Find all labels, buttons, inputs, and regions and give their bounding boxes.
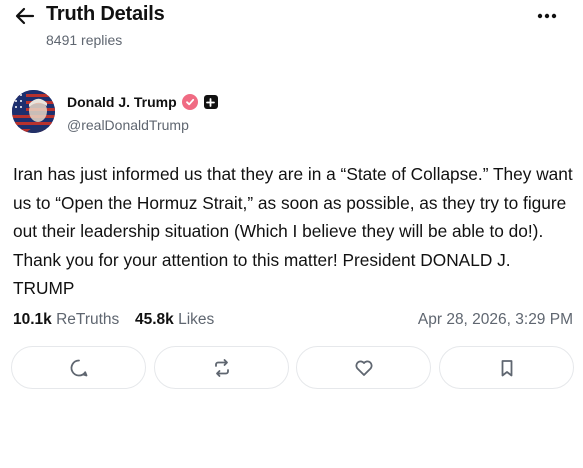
post-text: Iran has just informed us that they are … (13, 164, 573, 298)
action-bar (11, 346, 574, 389)
retruth-button[interactable] (154, 346, 289, 389)
avatar[interactable] (12, 90, 55, 133)
likes-stat[interactable]: 45.8k Likes (135, 311, 214, 329)
plus-badge-icon (203, 95, 218, 109)
retruth-icon (214, 358, 229, 377)
profile-picture (12, 90, 55, 133)
more-horizontal-icon (537, 13, 557, 19)
reply-icon (70, 359, 87, 376)
bookmark-button[interactable] (439, 346, 574, 389)
post-timestamp: Apr 28, 2026, 3:29 PM (417, 311, 573, 328)
likes-count: 45.8k (135, 311, 174, 328)
verified-badge-icon (181, 94, 198, 110)
like-icon (354, 360, 373, 376)
author-name[interactable]: Donald J. Trump (67, 94, 177, 110)
arrow-left-icon (15, 7, 35, 25)
replies-count: 8491 replies (46, 32, 123, 48)
likes-label: Likes (178, 311, 215, 328)
page-title: Truth Details (46, 3, 165, 25)
retruths-stat[interactable]: 10.1k ReTruths (13, 311, 119, 329)
author-handle[interactable]: @realDonaldTrump (67, 117, 189, 133)
retruths-label: ReTruths (56, 311, 120, 328)
author-block: Donald J. Trump @realDonaldTrump (12, 90, 572, 136)
more-options-button[interactable] (533, 6, 561, 26)
post-stats: 10.1k ReTruths 45.8k Likes Apr 28, 2026,… (13, 311, 573, 331)
author-name-row[interactable]: Donald J. Trump (67, 94, 218, 110)
page-header: Truth Details 8491 replies (0, 0, 583, 56)
bookmark-icon (501, 359, 512, 376)
like-button[interactable] (296, 346, 431, 389)
reply-button[interactable] (11, 346, 146, 389)
back-button[interactable] (12, 4, 38, 28)
retruths-count: 10.1k (13, 311, 52, 328)
